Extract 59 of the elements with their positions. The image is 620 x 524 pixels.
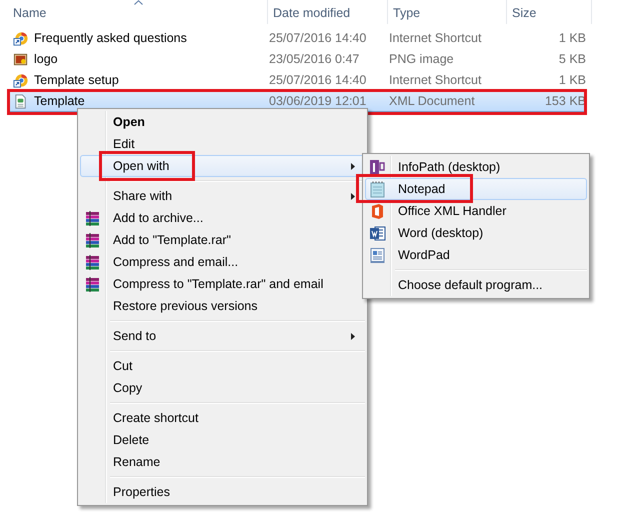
date-modified: 03/06/2019 12:01 bbox=[269, 93, 368, 110]
menu-item[interactable]: Notepad bbox=[365, 178, 587, 200]
globe-shortcut-icon bbox=[13, 72, 29, 88]
menu-item[interactable]: Cut bbox=[80, 355, 365, 377]
menu-item[interactable]: Edit bbox=[80, 133, 365, 155]
column-header[interactable]: Date modified bbox=[268, 0, 388, 24]
menu-item[interactable]: Add to "Template.rar" bbox=[80, 229, 365, 251]
file-name: Frequently asked questions bbox=[34, 30, 187, 48]
date-modified: 25/07/2016 14:40 bbox=[269, 72, 368, 90]
file-row[interactable]: logo 23/05/2016 0:47 PNG image 5 KB bbox=[8, 49, 586, 70]
menu-item[interactable]: Open bbox=[80, 111, 365, 133]
file-size: 1 KB bbox=[558, 30, 586, 48]
file-row[interactable]: Frequently asked questions 25/07/2016 14:40 Internet Shortcut 1 KB bbox=[8, 28, 586, 49]
globe-shortcut-icon bbox=[13, 30, 29, 46]
menu-item[interactable]: WordPad bbox=[365, 244, 587, 266]
image-file-icon bbox=[13, 52, 29, 68]
word-icon bbox=[369, 225, 386, 242]
office-icon bbox=[369, 203, 386, 220]
file-type: Internet Shortcut bbox=[389, 72, 482, 90]
menu-item[interactable]: Choose default program... bbox=[365, 274, 587, 296]
column-header[interactable]: Type bbox=[388, 0, 507, 24]
file-type: XML Document bbox=[389, 93, 476, 110]
menu-item[interactable]: InfoPath (desktop) bbox=[365, 156, 587, 178]
menu-item[interactable]: Properties bbox=[80, 481, 365, 503]
date-modified: 23/05/2016 0:47 bbox=[269, 51, 360, 68]
menu-item[interactable]: Word (desktop) bbox=[365, 222, 587, 244]
submenu-arrow-icon bbox=[351, 163, 355, 170]
books-stack-icon bbox=[84, 232, 101, 249]
file-row[interactable]: Template setup 25/07/2016 14:40 Internet Shortcut 1 KB bbox=[8, 70, 586, 91]
wordpad-icon bbox=[369, 247, 386, 264]
date-modified: 25/07/2016 14:40 bbox=[269, 30, 368, 48]
submenu-arrow-icon bbox=[351, 333, 355, 340]
menu-item[interactable]: Add to archive... bbox=[80, 207, 365, 229]
infopath-icon bbox=[369, 159, 386, 176]
menu-item[interactable]: Open with bbox=[80, 155, 365, 177]
menu-item[interactable]: Compress and email... bbox=[80, 251, 365, 273]
file-type: Internet Shortcut bbox=[389, 30, 482, 48]
menu-item[interactable]: Send to bbox=[80, 325, 365, 347]
column-header[interactable]: Size bbox=[507, 0, 592, 24]
menu-item[interactable]: Rename bbox=[80, 451, 365, 473]
books-stack-icon bbox=[84, 210, 101, 227]
submenu-arrow-icon bbox=[351, 193, 355, 200]
file-name: Template bbox=[34, 93, 85, 110]
file-size: 1 KB bbox=[558, 72, 586, 90]
menu-item[interactable]: Compress to "Template.rar" and email bbox=[80, 273, 365, 295]
menu-item[interactable]: Office XML Handler bbox=[365, 200, 587, 222]
menu-item[interactable]: Create shortcut bbox=[80, 407, 365, 429]
file-name: logo bbox=[34, 51, 58, 68]
menu-item[interactable]: Share with bbox=[80, 185, 365, 207]
file-type: PNG image bbox=[389, 51, 455, 68]
books-stack-icon bbox=[84, 254, 101, 271]
notepad-icon bbox=[369, 181, 386, 198]
books-stack-icon bbox=[84, 276, 101, 293]
menu-item[interactable]: Copy bbox=[80, 377, 365, 399]
file-size: 5 KB bbox=[558, 51, 586, 68]
menu-item[interactable]: Delete bbox=[80, 429, 365, 451]
file-name: Template setup bbox=[34, 72, 119, 90]
column-header[interactable]: Name bbox=[8, 0, 268, 24]
menu-item[interactable]: Restore previous versions bbox=[80, 295, 365, 317]
